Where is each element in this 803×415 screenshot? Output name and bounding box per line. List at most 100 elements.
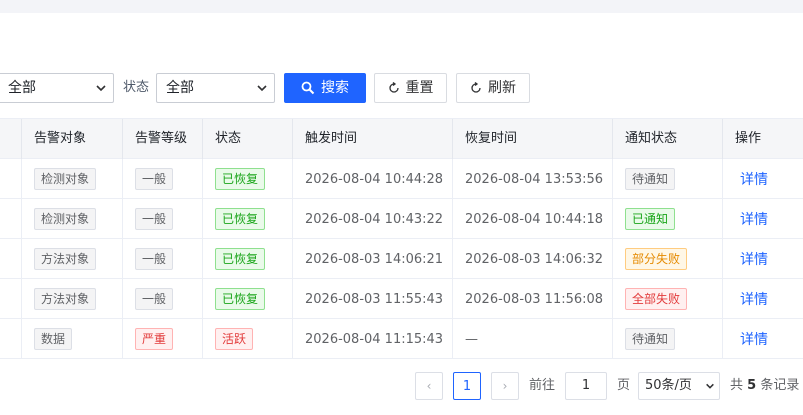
- object-tag: 方法对象: [34, 248, 97, 270]
- column-header-level: 告警等级: [122, 119, 202, 159]
- recover-time: 2026-08-04 10:44:18: [465, 211, 604, 227]
- column-header-recover-time: 恢复时间: [452, 119, 612, 159]
- trigger-time: 2026-08-03 11:55:43: [305, 291, 444, 307]
- notify-cell: 已通知: [612, 199, 722, 239]
- reset-icon: [388, 82, 399, 93]
- goto-label: 前往: [529, 378, 556, 393]
- refresh-icon: [471, 82, 481, 93]
- goto-page-input[interactable]: 1: [565, 372, 607, 400]
- search-button[interactable]: 搜索: [284, 73, 366, 103]
- object-tag: 数据: [34, 328, 73, 350]
- refresh-button-label: 刷新: [488, 80, 516, 96]
- status-badge: 已恢复: [215, 288, 266, 310]
- object-cell: 检测对象: [21, 159, 122, 199]
- page-number-button[interactable]: 1: [453, 372, 481, 400]
- row-blank-cell: [0, 159, 21, 199]
- action-cell: 详情: [722, 239, 803, 279]
- table-row: 数据 严重 活跃 2026-08-04 11:15:43 — 待通知 详情: [0, 319, 803, 359]
- column-header-trigger-time: 触发时间: [292, 119, 452, 159]
- table-row: 检测对象 一般 已恢复 2026-08-04 10:43:22 2026-08-…: [0, 199, 803, 239]
- next-page-button[interactable]: ›: [491, 372, 519, 400]
- status-badge: 活跃: [215, 328, 254, 350]
- action-cell: 详情: [722, 199, 803, 239]
- detail-link[interactable]: 详情: [740, 209, 768, 229]
- total-records: 共 5 条记录: [730, 372, 799, 400]
- prev-page-button[interactable]: ‹: [415, 372, 443, 400]
- chevron-down-icon: [706, 383, 714, 389]
- level-tag: 一般: [135, 248, 174, 270]
- pagination: ‹ 1 › 前往 1 页 50条/页 共 5 条记录: [0, 372, 803, 400]
- level-cell: 一般: [122, 239, 202, 279]
- status-filter-label: 状态: [123, 80, 150, 95]
- chevron-right-icon: ›: [502, 379, 508, 393]
- reset-button[interactable]: 重置: [374, 73, 447, 103]
- status-cell: 活跃: [202, 319, 292, 359]
- status-select-value: 全部: [166, 80, 194, 96]
- notify-cell: 待通知: [612, 159, 722, 199]
- trigger-time-cell: 2026-08-04 11:15:43: [292, 319, 452, 359]
- recover-time: 2026-08-03 14:06:32: [465, 251, 604, 267]
- column-header-blank: [0, 119, 21, 159]
- total-prefix: 共: [730, 378, 744, 393]
- page-unit-label: 页: [617, 378, 631, 393]
- object-cell: 检测对象: [21, 199, 122, 239]
- level-cell: 严重: [122, 319, 202, 359]
- notify-badge: 部分失败: [625, 248, 688, 270]
- trigger-time-cell: 2026-08-03 14:06:21: [292, 239, 452, 279]
- row-blank-cell: [0, 199, 21, 239]
- recover-time-cell: 2026-08-04 10:44:18: [452, 199, 612, 239]
- detail-link[interactable]: 详情: [740, 289, 768, 309]
- level-cell: 一般: [122, 159, 202, 199]
- object-tag: 方法对象: [34, 288, 97, 310]
- status-cell: 已恢复: [202, 159, 292, 199]
- object-cell: 数据: [21, 319, 122, 359]
- level-tag: 一般: [135, 288, 174, 310]
- column-header-object: 告警对象: [21, 119, 122, 159]
- refresh-button[interactable]: 刷新: [456, 73, 530, 103]
- table-row: 方法对象 一般 已恢复 2026-08-03 11:55:43 2026-08-…: [0, 279, 803, 319]
- recover-time-cell: 2026-08-03 11:56:08: [452, 279, 612, 319]
- table-row: 检测对象 一般 已恢复 2026-08-04 10:44:28 2026-08-…: [0, 159, 803, 199]
- total-count: 5: [747, 378, 757, 393]
- notify-badge: 全部失败: [625, 288, 688, 310]
- row-blank-cell: [0, 239, 21, 279]
- object-cell: 方法对象: [21, 279, 122, 319]
- column-header-action: 操作: [722, 119, 803, 159]
- page-size-value: 50条/页: [645, 378, 692, 393]
- notify-cell: 待通知: [612, 319, 722, 359]
- recover-time-cell: 2026-08-04 13:53:56: [452, 159, 612, 199]
- notify-badge: 待通知: [625, 168, 676, 190]
- table-header: 告警对象 告警等级 状态 触发时间 恢复时间 通知状态 操作: [0, 118, 803, 159]
- trigger-time: 2026-08-04 10:44:28: [305, 171, 444, 187]
- object-cell: 方法对象: [21, 239, 122, 279]
- total-suffix: 条记录: [760, 378, 800, 393]
- chevron-down-icon: [96, 85, 106, 92]
- chevron-left-icon: ‹: [426, 379, 432, 393]
- action-cell: 详情: [722, 279, 803, 319]
- recover-time: 2026-08-03 11:56:08: [465, 291, 604, 307]
- trigger-time-cell: 2026-08-04 10:44:28: [292, 159, 452, 199]
- page-number-label: 1: [462, 378, 472, 394]
- row-blank-cell: [0, 279, 21, 319]
- goto-page-value: 1: [581, 378, 591, 393]
- recover-time-cell: —: [452, 319, 612, 359]
- category-select[interactable]: 全部: [0, 73, 114, 103]
- page-size-select[interactable]: 50条/页: [638, 372, 720, 400]
- status-badge: 已恢复: [215, 168, 266, 190]
- level-tag: 一般: [135, 208, 174, 230]
- row-blank-cell: [0, 319, 21, 359]
- status-badge: 已恢复: [215, 208, 266, 230]
- action-cell: 详情: [722, 159, 803, 199]
- trigger-time: 2026-08-03 14:06:21: [305, 251, 444, 267]
- action-cell: 详情: [722, 319, 803, 359]
- detail-link[interactable]: 详情: [740, 249, 768, 269]
- top-bar: [0, 0, 803, 13]
- status-cell: 已恢复: [202, 199, 292, 239]
- detail-link[interactable]: 详情: [740, 169, 768, 189]
- status-select[interactable]: 全部: [156, 73, 275, 103]
- detail-link[interactable]: 详情: [740, 329, 768, 349]
- trigger-time-cell: 2026-08-04 10:43:22: [292, 199, 452, 239]
- search-button-label: 搜索: [321, 80, 349, 96]
- level-tag: 严重: [135, 328, 174, 350]
- chevron-down-icon: [257, 85, 267, 92]
